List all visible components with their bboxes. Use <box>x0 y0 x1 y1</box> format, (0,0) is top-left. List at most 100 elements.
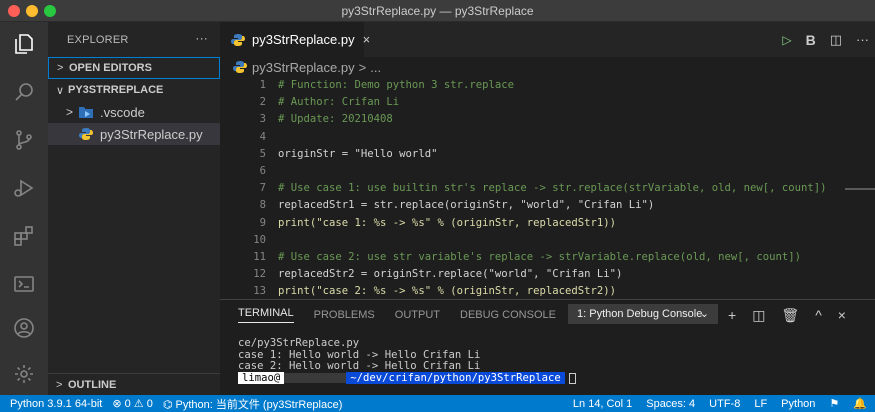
python-file-icon <box>230 33 246 47</box>
chevron-right-icon: > <box>66 105 74 119</box>
tree-item-py3strreplace[interactable]: py3StrReplace.py <box>48 123 220 145</box>
line-number: 12 <box>253 268 266 281</box>
line-number: 3 <box>259 113 266 126</box>
b-action-button[interactable]: B <box>806 32 816 48</box>
line-number: 2 <box>259 96 266 109</box>
split-terminal-icon[interactable]: ◫ <box>752 307 765 324</box>
python-file-icon <box>78 127 94 141</box>
project-section[interactable]: ∨ PY3STRREPLACE <box>48 79 220 101</box>
run-icon[interactable]: ▷ <box>782 33 791 47</box>
trash-icon[interactable]: 🗑 <box>781 307 799 324</box>
indentation[interactable]: Spaces: 4 <box>646 398 695 410</box>
python-interpreter[interactable]: Python 3.9.1 64-bit <box>10 398 102 410</box>
cursor-position[interactable]: Ln 14, Col 1 <box>573 398 632 410</box>
code-text: # Use case 2: use str variable's replace… <box>278 250 801 263</box>
chevron-right-icon: > <box>56 378 63 391</box>
source-control-icon[interactable] <box>12 128 36 152</box>
breadcrumb-file[interactable]: py3StrReplace.py <box>252 60 355 75</box>
more-actions-icon[interactable]: ··· <box>856 32 869 47</box>
terminal-prompt: limao@ ~/dev/crifan/python/py3StrReplace <box>238 372 576 385</box>
terminal-line: ce/py3StrReplace.py <box>238 337 360 349</box>
code-line: 5 originStr = "Hello world" <box>220 146 875 163</box>
code-line: 6 <box>220 163 875 180</box>
chevron-down-icon: ∨ <box>56 84 65 97</box>
breadcrumb-symbols[interactable]: ... <box>370 60 381 75</box>
terminal-output[interactable]: ce/py3StrReplace.py case 1: Hello world -… <box>238 337 576 385</box>
account-icon[interactable] <box>12 316 36 340</box>
title-bar: py3StrReplace.py — py3StrReplace <box>0 0 875 22</box>
problems-count[interactable]: ⊗ 0 ⚠ 0 <box>112 397 152 410</box>
python-file-icon <box>232 60 248 74</box>
code-line: 8 replacedStr1 = str.replace(originStr, "… <box>220 197 875 214</box>
project-label: PY3STRREPLACE <box>68 84 164 96</box>
close-tab-icon[interactable]: × <box>363 32 371 47</box>
line-number: 10 <box>253 233 266 246</box>
tab-debug-console[interactable]: DEBUG CONSOLE <box>460 309 556 321</box>
code-line: 11 # Use case 2: use str variable's repla… <box>220 249 875 266</box>
feedback-icon[interactable]: ⚑ <box>829 397 839 410</box>
explorer-header: EXPLORER ··· <box>48 22 220 57</box>
run-debug-icon: ⌬ <box>162 398 176 411</box>
maximize-panel-icon[interactable]: ^ <box>815 307 822 323</box>
code-line: 12 replacedStr2 = originStr.replace("worl… <box>220 266 875 283</box>
panel-tabs: TERMINAL PROBLEMS OUTPUT DEBUG CONSOLE 1… <box>220 300 875 330</box>
code-line: 9 print("case 1: %s -> %s" % (originStr, … <box>220 215 875 232</box>
terminal-select-value: 1: Python Debug Console <box>577 308 703 320</box>
line-number: 8 <box>259 199 266 212</box>
tree-item-label: .vscode <box>100 104 145 120</box>
terminal-line: case 2: Hello world -> Hello Crifan Li <box>238 360 481 372</box>
tab-output[interactable]: OUTPUT <box>395 309 440 321</box>
outline-section[interactable]: > OUTLINE <box>48 373 220 395</box>
explorer-sidebar: EXPLORER ··· > OPEN EDITORS ∨ PY3STRREPL… <box>48 22 220 395</box>
code-editor[interactable]: 1 # Function: Demo python 3 str.replace 2… <box>220 77 875 318</box>
code-line: 10 <box>220 232 875 249</box>
code-text: # Use case 1: use builtin str's replace … <box>278 182 827 195</box>
bottom-panel: TERMINAL PROBLEMS OUTPUT DEBUG CONSOLE 1… <box>220 299 875 395</box>
tab-terminal[interactable]: TERMINAL <box>238 307 294 323</box>
line-number: 13 <box>253 285 266 298</box>
code-text: # Author: Crifan Li <box>278 96 400 109</box>
code-text: print("case 2: %s -> %s" % (originStr, r… <box>278 285 617 298</box>
code-line: 2 # Author: Crifan Li <box>220 94 875 111</box>
tab-label: py3StrReplace.py <box>252 32 355 47</box>
run-debug-icon[interactable] <box>12 176 36 200</box>
line-number: 9 <box>259 216 266 229</box>
tree-item-label: py3StrReplace.py <box>100 126 203 142</box>
close-panel-icon[interactable]: × <box>838 307 846 323</box>
panel-actions: + ◫ 🗑 ^ × <box>728 300 846 330</box>
code-line: 4 <box>220 129 875 146</box>
open-editors-section[interactable]: > OPEN EDITORS <box>48 57 220 79</box>
encoding[interactable]: UTF-8 <box>709 398 740 410</box>
code-line: 3 # Update: 20210408 <box>220 111 875 128</box>
search-icon[interactable] <box>12 80 36 104</box>
tree-item-vscode[interactable]: > .vscode <box>48 101 220 123</box>
tab-py3strreplace[interactable]: py3StrReplace.py × <box>220 22 370 57</box>
notifications-icon[interactable]: 🔔 <box>853 397 867 410</box>
chevron-right-icon: > <box>57 62 64 74</box>
outline-label: OUTLINE <box>68 378 117 391</box>
explorer-icon[interactable] <box>12 32 36 56</box>
vscode-folder-icon <box>78 105 94 119</box>
terminal-icon[interactable] <box>12 272 36 296</box>
line-number: 11 <box>253 250 266 263</box>
split-editor-icon[interactable]: ◫ <box>830 32 842 48</box>
code-line: 7 # Use case 1: use builtin str's replace… <box>220 180 875 197</box>
line-number: 6 <box>259 164 266 177</box>
line-ending[interactable]: LF <box>754 398 767 410</box>
code-line: 13 print("case 2: %s -> %s" % (originStr,… <box>220 283 875 300</box>
code-text: # Function: Demo python 3 str.replace <box>278 79 514 91</box>
debug-config[interactable]: ⌬ Python: 当前文件 (py3StrReplace) <box>163 396 343 412</box>
new-terminal-icon[interactable]: + <box>728 307 736 323</box>
terminal-select[interactable]: 1: Python Debug Console ⌄ <box>568 304 718 324</box>
more-actions-icon[interactable]: ··· <box>195 31 208 45</box>
language-mode[interactable]: Python <box>781 398 815 410</box>
editor-actions: ▷ B ◫ ··· <box>782 22 869 57</box>
open-editors-label: OPEN EDITORS <box>69 62 152 74</box>
code-text: # Update: 20210408 <box>278 113 393 126</box>
explorer-title: EXPLORER <box>67 33 129 46</box>
editor-tabs-bar: py3StrReplace.py × ▷ B ◫ ··· <box>220 22 875 57</box>
settings-gear-icon[interactable] <box>12 362 36 386</box>
code-text: originStr = "Hello world" <box>278 147 438 160</box>
extensions-icon[interactable] <box>12 224 36 248</box>
tab-problems[interactable]: PROBLEMS <box>314 309 375 321</box>
